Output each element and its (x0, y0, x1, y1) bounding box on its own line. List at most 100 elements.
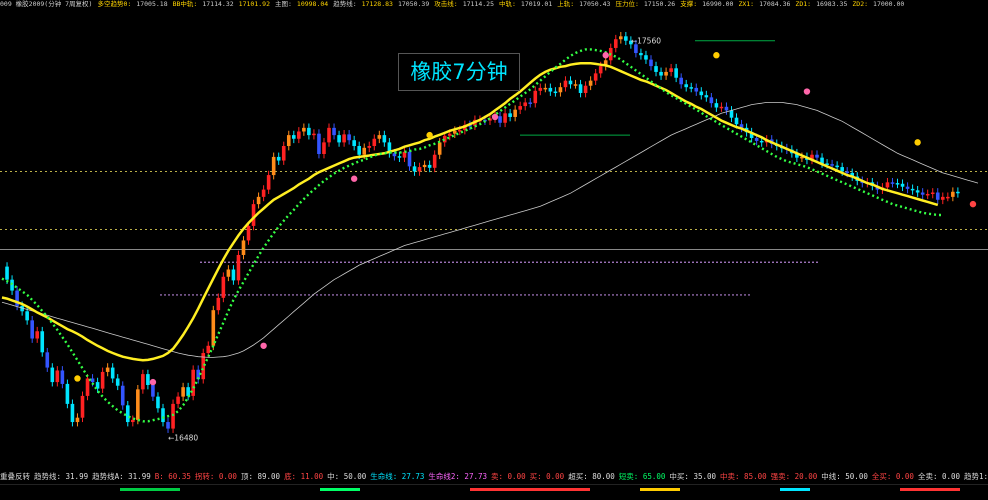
candle-body (533, 90, 538, 104)
candle-body (578, 84, 583, 93)
indicator-value: 拐转: 0.00 (194, 472, 237, 481)
indicator-value: 趋势1: 36.47 (964, 472, 988, 481)
candle-body (110, 367, 115, 379)
indicator-value: 全卖: 0.00 (917, 472, 961, 481)
header-item: 支撑: (680, 0, 698, 8)
candle-body (90, 378, 95, 383)
candle-body (508, 113, 512, 117)
signal-segment (320, 488, 360, 491)
candle-body (840, 167, 844, 172)
candle-body (895, 183, 900, 185)
signal-marker (602, 52, 609, 59)
header-item: 中轨: (499, 0, 516, 8)
candle-body (714, 103, 719, 108)
candle-body (186, 387, 190, 396)
sub-indicator-strip (0, 484, 988, 500)
candle-body (347, 134, 351, 141)
signal-marker (491, 113, 499, 121)
candle-body (910, 188, 915, 191)
candle-body (266, 175, 271, 190)
candle-body (362, 147, 367, 155)
indicator-value: 中: 50.00 (327, 472, 367, 481)
candle-body (412, 166, 417, 172)
candle-body (664, 71, 668, 76)
candle-body (558, 87, 563, 93)
yellow-ma-line (1, 61, 939, 362)
candle-body (50, 367, 55, 383)
candle-body (935, 192, 940, 200)
candle-body (75, 417, 80, 423)
chart-window: ←17560 ←16480 009 橡胶2009(分钟 7周复权) 多空趋势0: 17… (0, 0, 988, 500)
candle-body (25, 311, 29, 321)
candle-body (337, 135, 341, 143)
candle-body (206, 345, 211, 354)
signal-marker (713, 52, 720, 59)
header-item: 趋势线: (333, 0, 357, 8)
candle-body (593, 73, 598, 81)
candle-body (598, 66, 603, 74)
candle-body (417, 167, 422, 172)
high-note: ←17560 (631, 37, 661, 46)
header-item: BB中轨: (172, 0, 198, 8)
candle-body (261, 189, 266, 197)
candle-body (327, 127, 331, 143)
header-item: 17114.25 (462, 0, 494, 8)
candle-body (297, 131, 301, 139)
candle-body (271, 156, 276, 176)
candle-body (699, 91, 704, 96)
candle-body (679, 77, 683, 85)
signal-segment (900, 488, 960, 491)
header-item: 17084.36 (759, 0, 791, 8)
candle-body (120, 385, 125, 406)
indicator-value: 生命线2: 27.73 (428, 472, 488, 481)
candle-body (563, 80, 568, 88)
candle-body (624, 36, 628, 41)
candle-body (181, 387, 185, 397)
candle-body (161, 408, 165, 423)
signal-marker (350, 175, 358, 182)
indicator-value: 买: 0.00 (529, 472, 565, 481)
candle-body (930, 192, 935, 195)
header-item: 17005.18 (136, 0, 168, 8)
header-item: 压力位: (615, 0, 639, 8)
candle-body (905, 186, 910, 189)
signal-marker (914, 139, 921, 146)
candle-body (900, 183, 905, 187)
indicator-value: B: 60.35 (154, 472, 191, 481)
candle-body (176, 396, 180, 404)
header-item: 009 橡胶2009(分钟 7周复权) (0, 0, 93, 8)
candle-body (447, 133, 452, 136)
header-item: ZD2: (852, 0, 869, 8)
candle-body (100, 371, 105, 389)
candle-body (422, 164, 427, 168)
candle-body (835, 165, 839, 168)
chart-title: 橡胶7分钟 (398, 53, 520, 91)
candle-body (407, 151, 412, 167)
candle-body (241, 240, 246, 255)
candle-body (754, 138, 759, 141)
candle-body (830, 164, 834, 166)
candle-body (669, 68, 673, 72)
indicator-value: 底: 11.00 (284, 472, 324, 481)
candle-body (151, 385, 155, 397)
indicator-value: 强卖: 20.00 (770, 472, 818, 481)
indicator-values-bar: 重叠反转 趋势线: 31.99 趋势线A: 31.99 B: 60.35 拐转: 0.0… (0, 470, 988, 484)
candle-body (553, 91, 558, 94)
candle-body (538, 87, 543, 91)
candle-body (674, 68, 678, 78)
candle-body (146, 374, 150, 386)
header-item: 主图: (274, 0, 292, 8)
candle-body (925, 193, 930, 196)
candle-body (281, 146, 286, 161)
candle-body (342, 134, 346, 143)
indicator-value: 中卖: 85.00 (720, 472, 767, 481)
candle-body (588, 80, 593, 86)
header-item: 攻击线: (434, 0, 458, 8)
header-item: ZX1: (738, 0, 755, 8)
candle-body (65, 383, 70, 404)
candle-body (115, 378, 120, 386)
indicator-value: 超买: 80.00 (568, 472, 615, 481)
candle-body (141, 374, 145, 390)
candle-body (332, 127, 336, 136)
candle-body (256, 196, 261, 205)
